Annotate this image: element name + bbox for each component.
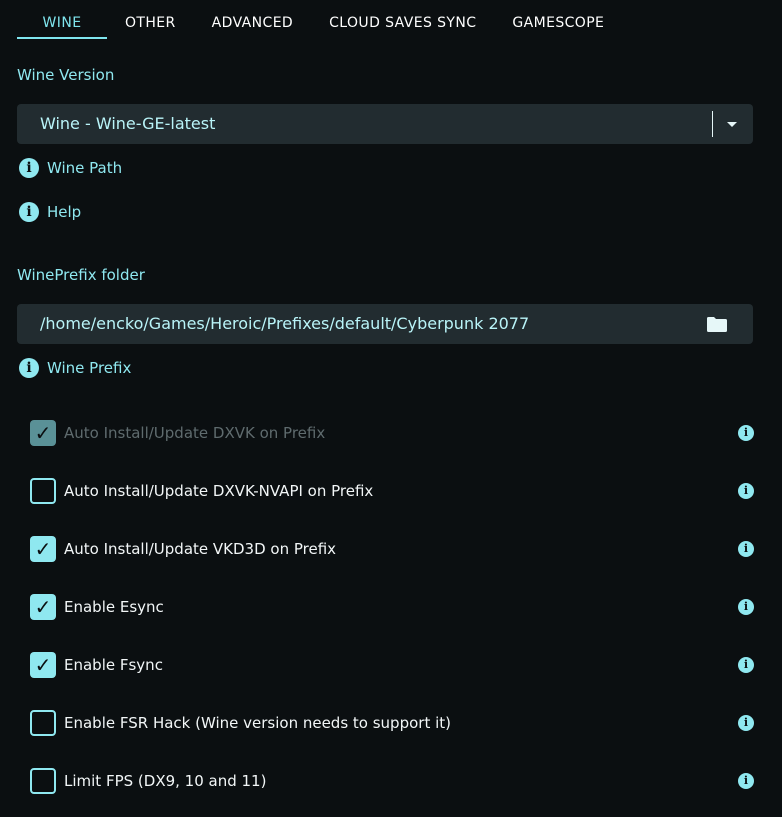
option-label: Auto Install/Update VKD3D on Prefix: [64, 540, 337, 558]
wine-settings-page: WINE OTHER ADVANCED CLOUD SAVES SYNC GAM…: [0, 0, 782, 817]
checkbox-limit-fps[interactable]: [30, 768, 56, 794]
wine-version-select[interactable]: Wine - Wine-GE-latest: [17, 104, 753, 144]
help-label: Help: [47, 203, 82, 221]
option-label: Limit FPS (DX9, 10 and 11): [64, 772, 267, 790]
tab-other[interactable]: OTHER: [107, 0, 194, 39]
settings-tabs: WINE OTHER ADVANCED CLOUD SAVES SYNC GAM…: [17, 0, 622, 40]
option-enable-esync: ✓ Enable Esync i: [30, 594, 754, 620]
wine-path-link[interactable]: i Wine Path: [19, 157, 122, 179]
wine-version-label: Wine Version: [17, 66, 115, 84]
checkbox-auto-dxvk[interactable]: ✓: [30, 420, 56, 446]
chevron-down-icon[interactable]: [727, 122, 737, 127]
checkmark-icon: ✓: [34, 653, 52, 677]
option-label: Enable Fsync: [64, 656, 163, 674]
tab-wine[interactable]: WINE: [17, 0, 107, 39]
checkmark-icon: ✓: [34, 595, 52, 619]
tab-gamescope[interactable]: GAMESCOPE: [494, 0, 622, 39]
wine-prefix-label: Wine Prefix: [47, 359, 132, 377]
checkbox-enable-esync[interactable]: ✓: [30, 594, 56, 620]
info-circle-icon[interactable]: i: [738, 657, 754, 673]
option-label: Auto Install/Update DXVK on Prefix: [64, 424, 326, 442]
option-auto-dxvk-nvapi: Auto Install/Update DXVK-NVAPI on Prefix…: [30, 478, 754, 504]
info-circle-icon[interactable]: i: [738, 483, 754, 499]
option-label: Auto Install/Update DXVK-NVAPI on Prefix: [64, 482, 374, 500]
info-circle-icon[interactable]: i: [738, 599, 754, 615]
select-divider: [712, 111, 713, 137]
info-circle-icon: i: [19, 158, 39, 178]
info-circle-icon: i: [19, 358, 39, 378]
option-label: Enable FSR Hack (Wine version needs to s…: [64, 714, 451, 732]
option-auto-dxvk: ✓ Auto Install/Update DXVK on Prefix i: [30, 420, 754, 446]
checkbox-enable-fsr-hack[interactable]: [30, 710, 56, 736]
option-limit-fps: Limit FPS (DX9, 10 and 11) i: [30, 768, 754, 794]
option-auto-vkd3d: ✓ Auto Install/Update VKD3D on Prefix i: [30, 536, 754, 562]
wineprefix-folder-input[interactable]: /home/encko/Games/Heroic/Prefixes/defaul…: [17, 304, 753, 344]
checkmark-icon: ✓: [34, 537, 52, 561]
info-circle-icon[interactable]: i: [738, 541, 754, 557]
wine-path-label: Wine Path: [47, 159, 123, 177]
wine-prefix-link[interactable]: i Wine Prefix: [19, 357, 131, 379]
checkbox-auto-dxvk-nvapi[interactable]: [30, 478, 56, 504]
info-circle-icon[interactable]: i: [738, 425, 754, 441]
checkmark-icon: ✓: [34, 421, 52, 445]
option-label: Enable Esync: [64, 598, 164, 616]
info-circle-icon[interactable]: i: [738, 715, 754, 731]
wineprefix-path-value: /home/encko/Games/Heroic/Prefixes/defaul…: [40, 314, 530, 333]
checkbox-enable-fsync[interactable]: ✓: [30, 652, 56, 678]
wineprefix-folder-label: WinePrefix folder: [17, 266, 145, 284]
checkbox-auto-vkd3d[interactable]: ✓: [30, 536, 56, 562]
wine-version-selected-value: Wine - Wine-GE-latest: [40, 114, 216, 133]
option-enable-fsr-hack: Enable FSR Hack (Wine version needs to s…: [30, 710, 754, 736]
info-circle-icon: i: [19, 202, 39, 222]
help-link[interactable]: i Help: [19, 201, 81, 223]
tab-advanced[interactable]: ADVANCED: [194, 0, 311, 39]
tab-cloud-saves-sync[interactable]: CLOUD SAVES SYNC: [311, 0, 494, 39]
folder-icon[interactable]: [706, 316, 728, 333]
option-enable-fsync: ✓ Enable Fsync i: [30, 652, 754, 678]
info-circle-icon[interactable]: i: [738, 773, 754, 789]
